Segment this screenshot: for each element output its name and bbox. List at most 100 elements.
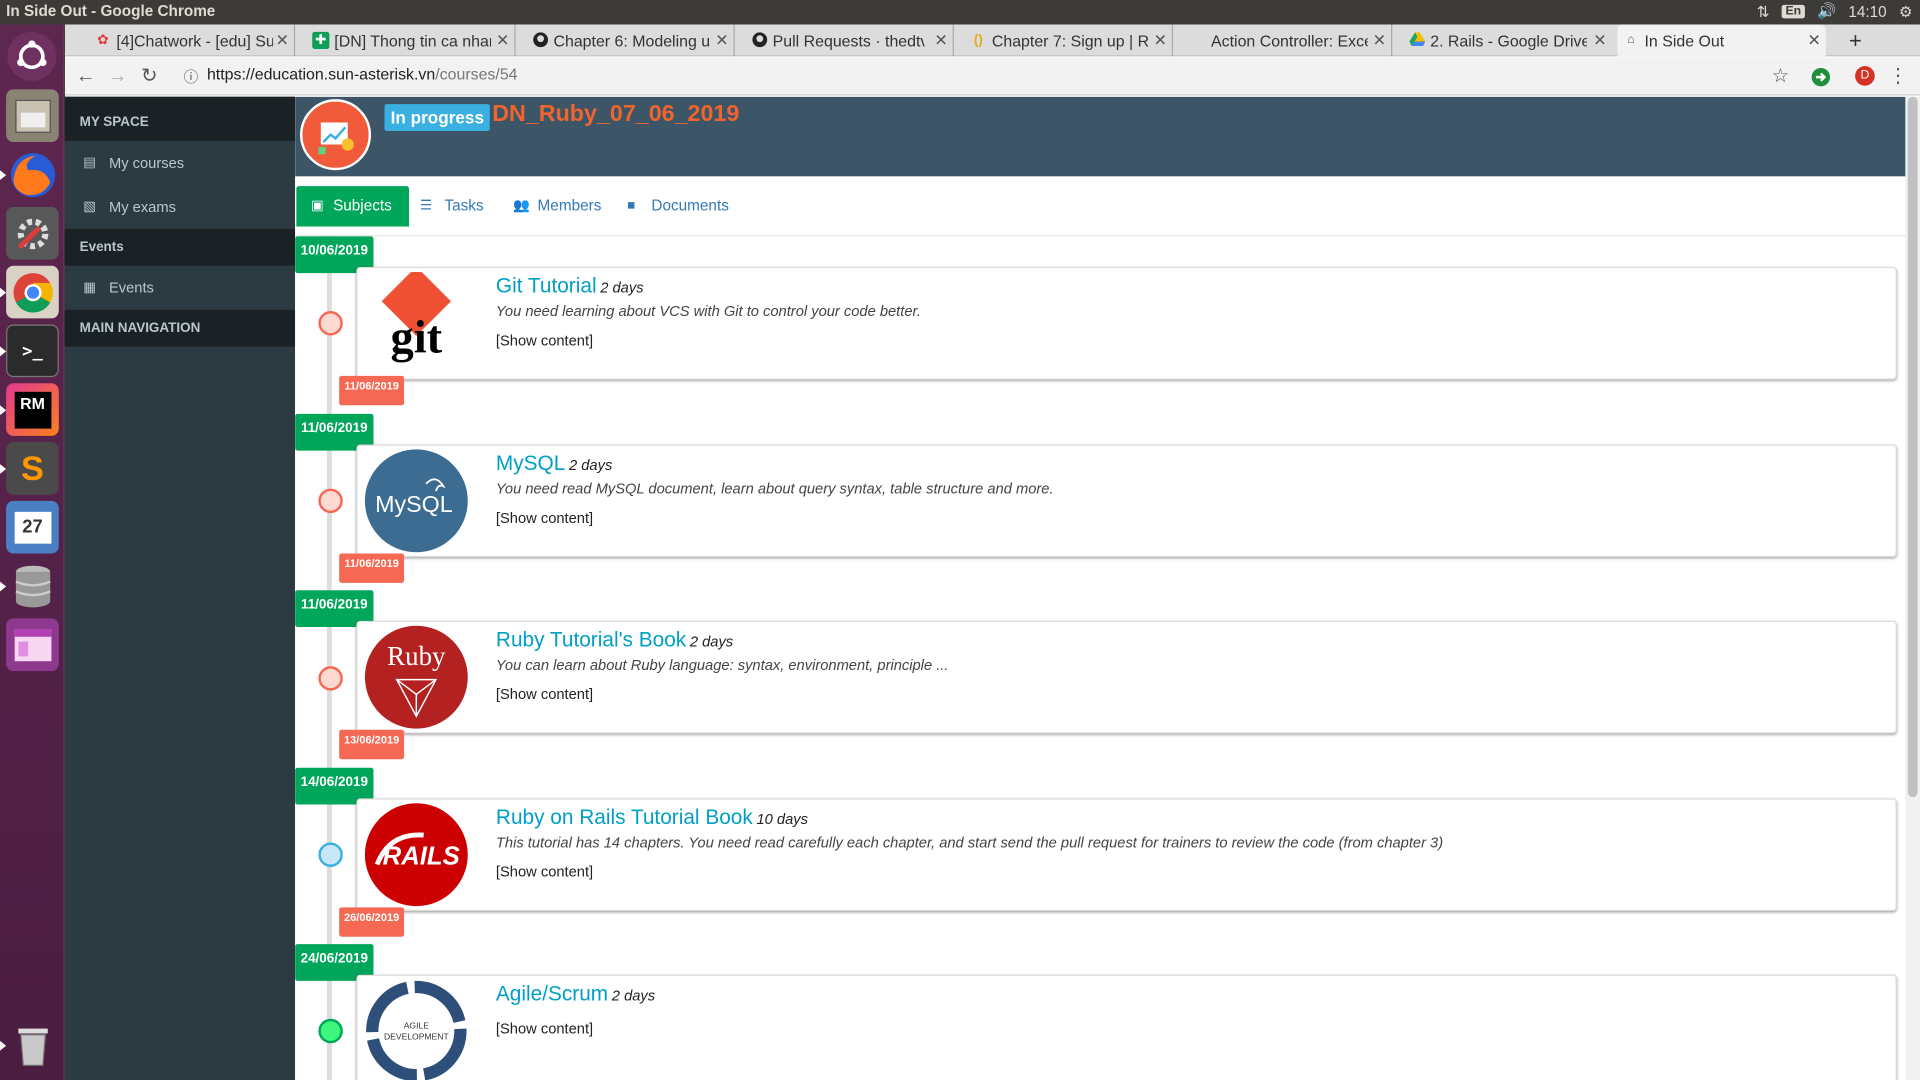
browser-tab-strip: ✿ [4]Chatwork - [edu] Sun ✕ ✚ [DN] Thong… (64, 24, 1920, 57)
files-icon[interactable] (6, 89, 59, 143)
close-tab-icon[interactable]: ✕ (934, 31, 947, 51)
subject-duration: 2 days (689, 633, 734, 651)
new-tab-button[interactable]: + (1849, 28, 1862, 54)
close-tab-icon[interactable]: ✕ (1807, 31, 1820, 51)
subject-title-link[interactable]: Agile/Scrum 2 days (496, 982, 655, 1006)
insideout-icon: ⌂ (1627, 33, 1635, 47)
status-badge: In progress (384, 104, 491, 132)
browser-tab[interactable]: ✿ [4]Chatwork - [edu] Sun ✕ (89, 24, 296, 57)
sidebar-header-main-navigation: MAIN NAVIGATION (64, 309, 296, 347)
mysql-logo-icon: MySQL (364, 449, 468, 553)
close-tab-icon[interactable]: ✕ (1154, 31, 1167, 51)
svg-text:DEVELOPMENT: DEVELOPMENT (384, 1032, 449, 1042)
chrome-icon[interactable] (6, 265, 59, 319)
profile-avatar[interactable]: D (1855, 66, 1875, 86)
tab-documents[interactable]: ■ Documents (624, 186, 729, 226)
subject-description: You need learning about VCS with Git to … (495, 302, 921, 320)
ruby-logo-icon: Ruby (364, 625, 468, 729)
users-icon: 👥 (513, 198, 530, 214)
browser-tab[interactable]: Pull Requests · thedtv ✕ (746, 24, 954, 57)
web-page: MY SPACE ▤ My courses ▧ My exams Events … (64, 96, 1920, 1080)
browser-tab[interactable]: () Chapter 7: Sign up | Ru ✕ (965, 24, 1174, 57)
exam-icon: ▧ (83, 199, 97, 215)
extension-icon[interactable] (1807, 64, 1834, 91)
course-logo-icon (300, 99, 372, 171)
svg-text:AGILE: AGILE (404, 1021, 430, 1031)
subject-title-link[interactable]: MySQL 2 days (496, 452, 612, 476)
github-icon (751, 32, 768, 49)
show-content-link[interactable]: [Show content] (496, 332, 593, 349)
show-content-link[interactable]: [Show content] (496, 1020, 593, 1037)
sidebar-header-events: Events (64, 228, 296, 266)
layout-icon[interactable] (6, 618, 59, 672)
sidebar: MY SPACE ▤ My courses ▧ My exams Events … (64, 96, 296, 1080)
subject-description: This tutorial has 14 chapters. You need … (495, 833, 1444, 852)
subject-card: RAILS Ruby on Rails Tutorial Book 10 days… (356, 798, 1897, 912)
chatwork-icon: ✿ (97, 33, 109, 48)
site-info-icon[interactable]: ⓘ (178, 64, 205, 91)
show-content-link[interactable]: [Show content] (496, 509, 593, 526)
subject-duration: 2 days (611, 986, 656, 1005)
show-content-link[interactable]: [Show content] (496, 863, 593, 880)
close-tab-icon[interactable]: ✕ (1593, 31, 1606, 51)
browser-tab-active[interactable]: ⌂ In Side Out ✕ (1617, 24, 1826, 57)
reload-icon[interactable]: ↻ (136, 64, 163, 91)
subject-title-link[interactable]: Ruby Tutorial's Book 2 days (496, 628, 733, 652)
show-content-link[interactable]: [Show content] (496, 686, 593, 703)
subject-duration: 10 days (756, 810, 808, 828)
end-date-label: 11/06/2019 (339, 553, 405, 583)
svg-text:Ruby: Ruby (387, 641, 446, 671)
subject-card: AGILE DEVELOPMENT Agile/Scrum 2 days [Show… (356, 974, 1897, 1080)
railstutorial-icon: () (973, 33, 983, 48)
browser-tab[interactable]: Action Controller: Exce ✕ (1184, 24, 1393, 57)
end-date-label: 26/06/2019 (339, 907, 405, 937)
system-gear-icon[interactable]: ⚙ (1899, 2, 1913, 21)
firefox-icon[interactable] (6, 148, 59, 201)
sidebar-item-events[interactable]: ▦ Events (65, 266, 295, 310)
github-icon (531, 32, 548, 49)
network-icon[interactable]: ⇅ (1757, 2, 1770, 21)
subject-title-link[interactable]: Ruby on Rails Tutorial Book 10 days (496, 806, 808, 830)
trash-icon[interactable] (6, 1019, 59, 1072)
rubymine-icon[interactable]: RM (6, 383, 59, 436)
address-bar[interactable]: https://education.sun-asterisk.vn/course… (207, 65, 518, 83)
course-tabs: ▣ Subjects ☰ Tasks 👥 Members ■ Documents (295, 186, 1911, 237)
database-icon[interactable] (6, 560, 59, 613)
dash-icon[interactable] (7, 31, 57, 81)
clock[interactable]: 14:10 (1848, 3, 1886, 20)
browser-tab[interactable]: 2. Rails - Google Drive ✕ (1403, 24, 1611, 56)
subject-title-link[interactable]: Git Tutorial 2 days (496, 274, 644, 298)
status-dot (318, 1018, 343, 1044)
window-title: In Side Out - Google Chrome (6, 2, 216, 20)
sublime-icon[interactable]: S (6, 442, 59, 495)
sidebar-item-my-exams[interactable]: ▧ My exams (65, 185, 295, 229)
settings-icon[interactable] (6, 206, 59, 260)
close-tab-icon[interactable]: ✕ (1373, 31, 1386, 51)
os-top-panel: In Side Out - Google Chrome ⇅ En 🔊 14:10… (0, 0, 1920, 25)
back-icon[interactable]: ← (72, 64, 99, 91)
calendar-icon: ▦ (83, 280, 97, 296)
terminal-icon[interactable]: >_ (6, 324, 59, 378)
rails-logo-icon: RAILS (364, 803, 468, 907)
sidebar-item-my-courses[interactable]: ▤ My courses (65, 141, 295, 185)
browser-tab[interactable]: Chapter 6: Modeling us ✕ (527, 24, 735, 57)
volume-icon[interactable]: 🔊 (1817, 2, 1836, 20)
close-tab-icon[interactable]: ✕ (496, 31, 509, 51)
keyboard-layout-indicator[interactable]: En (1781, 4, 1805, 19)
tab-members[interactable]: 👥 Members (511, 186, 601, 226)
forward-icon[interactable]: → (104, 64, 131, 91)
bookmark-star-icon[interactable]: ☆ (1767, 64, 1794, 91)
close-tab-icon[interactable]: ✕ (715, 31, 728, 51)
subject-description: You can learn about Ruby language: synta… (495, 656, 949, 674)
svg-text:git: git (390, 313, 442, 364)
tab-tasks[interactable]: ☰ Tasks (418, 186, 484, 226)
page-scrollbar[interactable] (1905, 96, 1920, 1080)
browser-toolbar: ← → ↻ ⓘ https://education.sun-asterisk.v… (64, 57, 1920, 96)
menu-kebab-icon[interactable]: ⋮ (1885, 64, 1912, 91)
tab-subjects[interactable]: ▣ Subjects (296, 186, 409, 227)
close-tab-icon[interactable]: ✕ (276, 31, 289, 51)
scrollbar-thumb[interactable] (1907, 96, 1918, 798)
calendar-icon[interactable]: 27 (6, 500, 59, 554)
subject-card: Ruby Ruby Tutorial's Book 2 days You can … (356, 620, 1897, 734)
browser-tab[interactable]: ✚ [DN] Thong tin ca nhan ✕ (307, 24, 516, 57)
